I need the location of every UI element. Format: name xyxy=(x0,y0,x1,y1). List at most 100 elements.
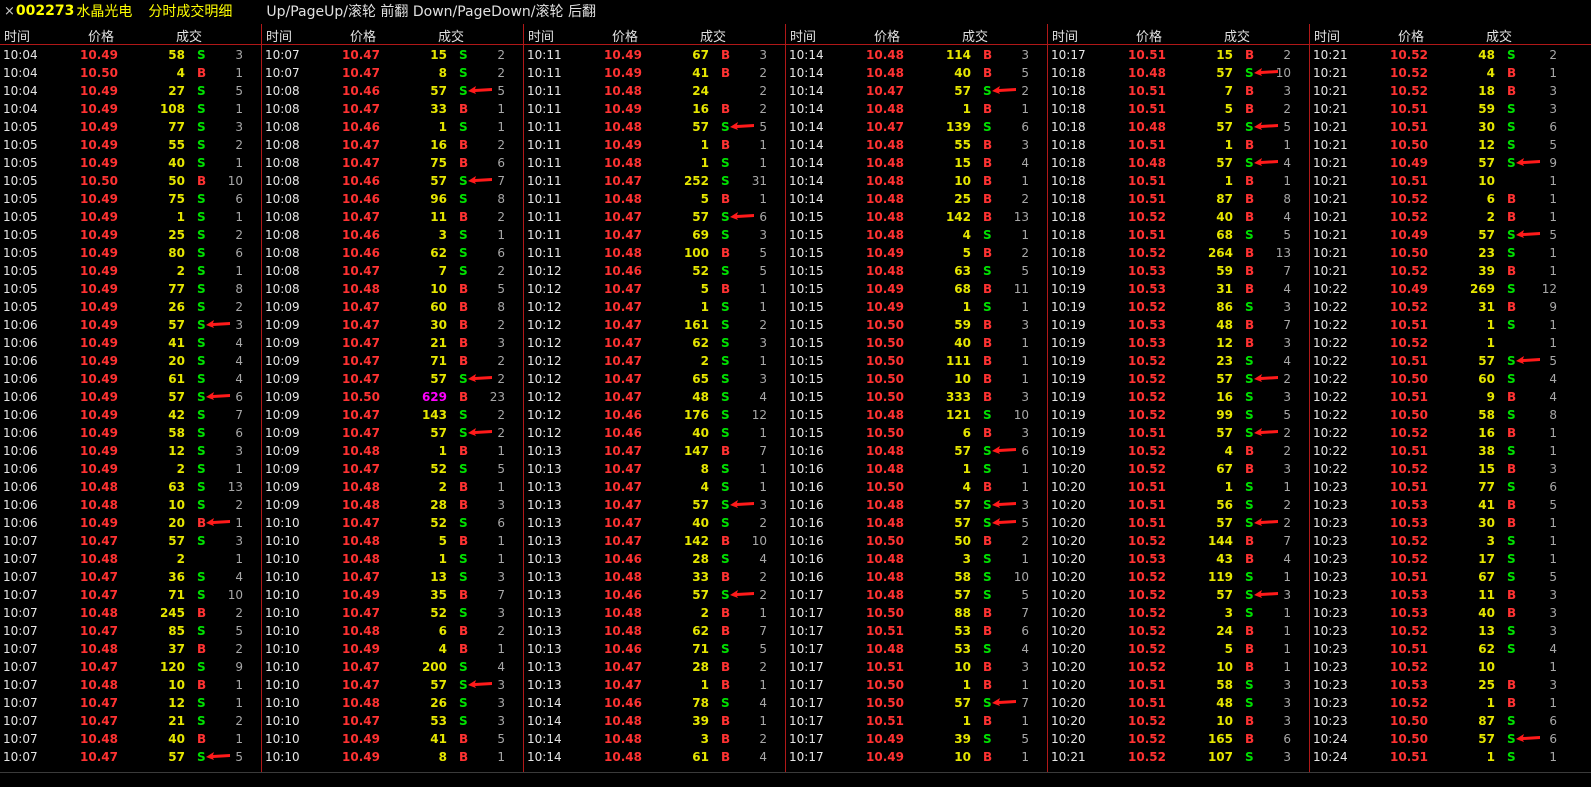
close-icon[interactable]: × xyxy=(4,4,15,19)
trade-count: 1 xyxy=(1283,624,1291,638)
trade-count: 2 xyxy=(1021,192,1029,206)
trade-count: 3 xyxy=(1549,624,1557,638)
trade-rows: 10:17 10.51 15 B 2 10:18 10.48 57 S 10 10:18 10.51 7… xyxy=(1048,47,1309,767)
trade-row: 10:18 10.52 264 B 13 xyxy=(1048,245,1309,263)
trade-count: 1 xyxy=(759,138,767,152)
trade-row: 10:08 10.46 57 S 7 xyxy=(262,173,523,191)
trade-row: 10:05 10.49 55 S 2 xyxy=(0,137,261,155)
trade-row: 10:11 10.49 67 B 3 xyxy=(524,47,785,65)
trade-column-4[interactable]: 时间 价格 成交 10:14 10.48 114 B 3 10:14 10.48 40 B 5 10:14… xyxy=(786,24,1048,772)
trade-row: 10:22 10.51 38 S 1 xyxy=(1310,443,1591,461)
trade-count: 1 xyxy=(497,102,505,116)
trade-column-2[interactable]: 时间 价格 成交 10:07 10.47 15 S 2 10:07 10.47 8 S 2 10:08 10… xyxy=(262,24,524,772)
trade-row: 10:18 10.48 57 S 10 xyxy=(1048,65,1309,83)
trade-row: 10:07 10.47 15 S 2 xyxy=(262,47,523,65)
trade-count: 10 xyxy=(1013,408,1029,422)
trade-count: 1 xyxy=(1549,516,1557,530)
trade-row: 10:17 10.51 53 B 6 xyxy=(786,623,1047,641)
trade-count: 2 xyxy=(497,48,505,62)
trade-row: 10:22 10.49 269 S 12 xyxy=(1310,281,1591,299)
trade-count: 12 xyxy=(751,408,767,422)
trade-row: 10:21 10.49 57 S 5 xyxy=(1310,227,1591,245)
trade-rows: 10:14 10.48 114 B 3 10:14 10.48 40 B 5 10:14 10.47 5… xyxy=(786,47,1047,767)
trade-count: 7 xyxy=(759,444,767,458)
trade-count: 4 xyxy=(1549,642,1557,656)
trade-row: 10:19 10.53 31 B 4 xyxy=(1048,281,1309,299)
trade-count: 1 xyxy=(1549,192,1557,206)
trade-row: 10:18 10.52 40 B 4 xyxy=(1048,209,1309,227)
trade-row: 10:15 10.48 121 S 10 xyxy=(786,407,1047,425)
trade-count: 3 xyxy=(1283,696,1291,710)
column-header: 时间 价格 成交 xyxy=(1048,24,1309,45)
trade-count: 8 xyxy=(235,282,243,296)
red-arrow-icon xyxy=(467,678,493,692)
trade-count: 1 xyxy=(1549,552,1557,566)
trade-row: 10:06 10.48 10 S 2 xyxy=(0,497,261,515)
trade-row: 10:10 10.49 8 B 1 xyxy=(262,749,523,767)
trade-column-1[interactable]: 时间 价格 成交 10:04 10.49 58 S 3 10:04 10.50 4 B 1 10:04 10… xyxy=(0,24,262,772)
trade-row: 10:18 10.51 1 B 1 xyxy=(1048,173,1309,191)
trade-column-6[interactable]: 时间 价格 成交 10:21 10.52 48 S 2 10:21 10.52 4 B 1 10:21 10… xyxy=(1310,24,1591,772)
trade-row: 10:04 10.49 58 S 3 xyxy=(0,47,261,65)
trade-count: 2 xyxy=(497,66,505,80)
trade-row: 10:12 10.47 5 B 1 xyxy=(524,281,785,299)
trade-row: 10:13 10.46 57 S 2 xyxy=(524,587,785,605)
trade-row: 10:07 10.47 85 S 5 xyxy=(0,623,261,641)
trade-row: 10:20 10.51 48 S 3 xyxy=(1048,695,1309,713)
trade-count: 1 xyxy=(759,426,767,440)
trade-row: 10:21 10.50 12 S 5 xyxy=(1310,137,1591,155)
trade-count: 1 xyxy=(1021,354,1029,368)
trade-row: 10:17 10.49 10 B 1 xyxy=(786,749,1047,767)
trade-row: 10:14 10.48 1 B 1 xyxy=(786,101,1047,119)
trade-row: 10:20 10.52 144 B 7 xyxy=(1048,533,1309,551)
trade-count: 3 xyxy=(235,120,243,134)
trade-count: 2 xyxy=(235,228,243,242)
trade-row: 10:14 10.46 78 S 4 xyxy=(524,695,785,713)
trade-row: 10:21 10.52 4 B 1 xyxy=(1310,65,1591,83)
trade-count: 1 xyxy=(235,102,243,116)
trade-count: 1 xyxy=(497,534,505,548)
trade-count: 12 xyxy=(1541,282,1557,296)
volume-header: 成交 xyxy=(1486,30,1513,45)
red-arrow-icon xyxy=(1253,372,1279,386)
trade-row: 10:05 10.49 77 S 8 xyxy=(0,281,261,299)
trade-row: 10:13 10.48 2 B 1 xyxy=(524,605,785,623)
trade-row: 10:11 10.48 57 S 5 xyxy=(524,119,785,137)
trade-column-5[interactable]: 时间 价格 成交 10:17 10.51 15 B 2 10:18 10.48 57 S 10 10:18… xyxy=(1048,24,1310,772)
trade-row: 10:13 10.48 33 B 2 xyxy=(524,569,785,587)
trade-row: 10:07 10.48 40 B 1 xyxy=(0,731,261,749)
trade-count: 5 xyxy=(759,264,767,278)
trade-count: 2 xyxy=(759,516,767,530)
trade-row: 10:08 10.46 1 S 1 xyxy=(262,119,523,137)
trade-row: 10:18 10.51 7 B 3 xyxy=(1048,83,1309,101)
trade-row: 10:16 10.48 57 S 6 xyxy=(786,443,1047,461)
trade-row: 10:11 10.48 5 B 1 xyxy=(524,191,785,209)
trade-row: 10:15 10.50 40 B 1 xyxy=(786,335,1047,353)
trade-count: 1 xyxy=(235,678,243,692)
trade-row: 10:16 10.48 57 S 5 xyxy=(786,515,1047,533)
column-header: 时间 价格 成交 xyxy=(262,24,523,45)
trade-row: 10:20 10.51 56 S 2 xyxy=(1048,497,1309,515)
trade-count: 1 xyxy=(1549,750,1557,764)
trade-count: 2 xyxy=(235,642,243,656)
trade-row: 10:17 10.48 53 S 4 xyxy=(786,641,1047,659)
trade-count: 3 xyxy=(497,606,505,620)
trade-row: 10:17 10.49 39 S 5 xyxy=(786,731,1047,749)
trade-count: 3 xyxy=(1021,48,1029,62)
red-arrow-icon xyxy=(991,498,1017,512)
trade-count: 2 xyxy=(497,354,505,368)
trade-count: 3 xyxy=(759,372,767,386)
trade-detail-panels[interactable]: 时间 价格 成交 10:04 10.49 58 S 3 10:04 10.50 4 B 1 10:04 10… xyxy=(0,24,1591,772)
trade-count: 2 xyxy=(1283,498,1291,512)
trade-count: 2 xyxy=(759,102,767,116)
trade-count: 2 xyxy=(497,210,505,224)
trade-count: 5 xyxy=(235,624,243,638)
price-header: 价格 xyxy=(88,30,115,45)
trade-row: 10:10 10.47 13 S 3 xyxy=(262,569,523,587)
red-arrow-icon xyxy=(1515,156,1541,170)
trade-count: 13 xyxy=(227,480,243,494)
red-arrow-icon xyxy=(1253,156,1279,170)
trade-count: 1 xyxy=(497,552,505,566)
trade-row: 10:16 10.48 1 S 1 xyxy=(786,461,1047,479)
trade-column-3[interactable]: 时间 价格 成交 10:11 10.49 67 B 3 10:11 10.49 41 B 2 10:11 1… xyxy=(524,24,786,772)
